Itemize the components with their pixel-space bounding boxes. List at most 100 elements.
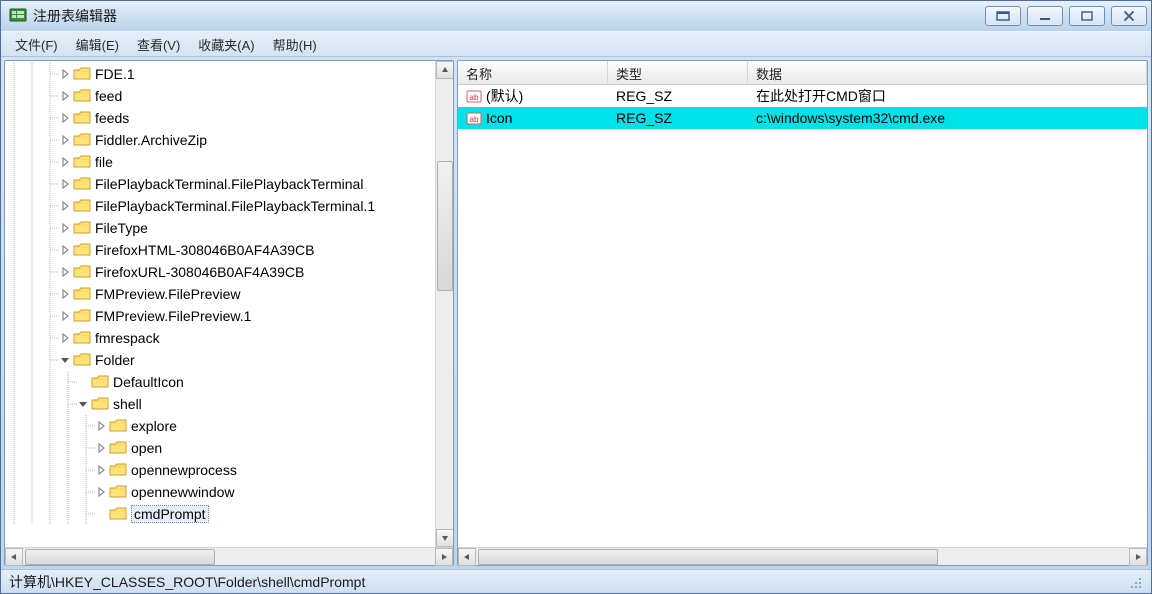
expander-icon[interactable] (77, 393, 89, 415)
cell-name: abIcon (458, 110, 608, 126)
tree-node[interactable]: fmrespack (5, 327, 453, 349)
expander-icon[interactable] (59, 195, 71, 217)
folder-icon (91, 374, 109, 390)
list-row[interactable]: ab(默认)REG_SZ在此处打开CMD窗口 (458, 85, 1147, 107)
tree-node-label: Folder (95, 352, 135, 368)
expander-icon[interactable] (59, 63, 71, 85)
menu-edit[interactable]: 编辑(E) (68, 33, 127, 56)
titlebar: 注册表编辑器 (1, 1, 1151, 31)
tree-node[interactable]: cmdPrompt (5, 503, 453, 525)
maximize-button[interactable] (1069, 6, 1105, 26)
tree-node-label: file (95, 154, 113, 170)
tree-node-label: FMPreview.FilePreview (95, 286, 240, 302)
folder-icon (73, 154, 91, 170)
tree-node[interactable]: FMPreview.FilePreview (5, 283, 453, 305)
scroll-thumb[interactable] (437, 161, 453, 291)
expander-icon (77, 371, 89, 393)
expander-icon[interactable] (59, 327, 71, 349)
cell-name: ab (默认) (458, 86, 608, 106)
tree-body: FDE.1 feed feeds Fiddler.ArchiveZip file File… (5, 61, 453, 547)
folder-icon (73, 352, 91, 368)
tree-node[interactable]: FDE.1 (5, 63, 453, 85)
expander-icon[interactable] (95, 415, 107, 437)
expander-icon[interactable] (95, 481, 107, 503)
folder-icon (109, 418, 127, 434)
scroll-right-button[interactable] (1129, 548, 1147, 566)
list-row[interactable]: abIconREG_SZc:\windows\system32\cmd.exe (458, 107, 1147, 129)
scroll-up-button[interactable] (436, 61, 453, 79)
tree-node[interactable]: explore (5, 415, 453, 437)
scroll-thumb[interactable] (25, 549, 215, 565)
tree-node[interactable]: file (5, 151, 453, 173)
scroll-thumb[interactable] (478, 549, 938, 565)
close-button[interactable] (1111, 6, 1147, 26)
expander-icon[interactable] (95, 437, 107, 459)
tree-node[interactable]: FileType (5, 217, 453, 239)
tree-node[interactable]: opennewwindow (5, 481, 453, 503)
tree-node-label: cmdPrompt (131, 505, 209, 523)
tree-node-label: explore (131, 418, 177, 434)
cell-data: c:\windows\system32\cmd.exe (748, 110, 1147, 126)
window-extra-button[interactable] (985, 6, 1021, 26)
window-title: 注册表编辑器 (33, 6, 985, 26)
tree-node[interactable]: Fiddler.ArchiveZip (5, 129, 453, 151)
folder-icon (73, 264, 91, 280)
regedit-icon (9, 7, 27, 25)
value-name: (默认) (486, 86, 523, 106)
tree-node[interactable]: feeds (5, 107, 453, 129)
expander-icon[interactable] (59, 239, 71, 261)
tree-node[interactable]: DefaultIcon (5, 371, 453, 393)
expander-icon[interactable] (59, 283, 71, 305)
scroll-down-button[interactable] (436, 529, 453, 547)
folder-icon (73, 286, 91, 302)
folder-icon (91, 396, 109, 412)
tree-node[interactable]: Folder (5, 349, 453, 371)
scroll-left-button[interactable] (5, 548, 23, 566)
tree-node-label: FilePlaybackTerminal.FilePlaybackTermina… (95, 176, 363, 192)
scroll-right-button[interactable] (435, 548, 453, 566)
expander-icon[interactable] (59, 107, 71, 129)
menu-file[interactable]: 文件(F) (7, 33, 66, 56)
tree-node[interactable]: FilePlaybackTerminal.FilePlaybackTermina… (5, 195, 453, 217)
tree-node[interactable]: FirefoxHTML-308046B0AF4A39CB (5, 239, 453, 261)
tree-node-label: FMPreview.FilePreview.1 (95, 308, 251, 324)
tree-node[interactable]: FirefoxURL-308046B0AF4A39CB (5, 261, 453, 283)
scroll-left-button[interactable] (458, 548, 476, 566)
tree-node-label: feeds (95, 110, 129, 126)
expander-icon[interactable] (59, 217, 71, 239)
expander-icon[interactable] (59, 305, 71, 327)
tree-node-label: FileType (95, 220, 148, 236)
expander-icon[interactable] (59, 151, 71, 173)
tree-node[interactable]: FMPreview.FilePreview.1 (5, 305, 453, 327)
tree-horizontal-scrollbar[interactable] (5, 547, 453, 565)
tree-node[interactable]: shell (5, 393, 453, 415)
menu-view[interactable]: 查看(V) (129, 33, 188, 56)
tree-node-label: feed (95, 88, 122, 104)
expander-icon[interactable] (59, 173, 71, 195)
expander-icon[interactable] (59, 85, 71, 107)
tree-node-label: fmrespack (95, 330, 160, 346)
expander-icon[interactable] (59, 349, 71, 371)
list-horizontal-scrollbar[interactable] (458, 547, 1147, 565)
column-header-data[interactable]: 数据 (748, 61, 1147, 84)
tree-node[interactable]: FilePlaybackTerminal.FilePlaybackTermina… (5, 173, 453, 195)
column-header-type[interactable]: 类型 (608, 61, 748, 84)
menubar: 文件(F) 编辑(E) 查看(V) 收藏夹(A) 帮助(H) (1, 31, 1151, 57)
tree-vertical-scrollbar[interactable] (435, 61, 453, 547)
resize-grip[interactable] (1127, 574, 1143, 590)
folder-icon (73, 132, 91, 148)
svg-text:ab: ab (470, 93, 479, 102)
minimize-button[interactable] (1027, 6, 1063, 26)
window-buttons (985, 6, 1147, 26)
menu-help[interactable]: 帮助(H) (265, 33, 325, 56)
column-header-name[interactable]: 名称 (458, 61, 608, 84)
tree-node[interactable]: feed (5, 85, 453, 107)
tree-node[interactable]: opennewprocess (5, 459, 453, 481)
expander-icon[interactable] (59, 129, 71, 151)
list-body[interactable]: ab(默认)REG_SZ在此处打开CMD窗口abIconREG_SZc:\win… (458, 85, 1147, 547)
tree-node[interactable]: open (5, 437, 453, 459)
menu-favorites[interactable]: 收藏夹(A) (190, 33, 262, 56)
tree[interactable]: FDE.1 feed feeds Fiddler.ArchiveZip file File… (5, 63, 453, 525)
expander-icon[interactable] (59, 261, 71, 283)
expander-icon[interactable] (95, 459, 107, 481)
